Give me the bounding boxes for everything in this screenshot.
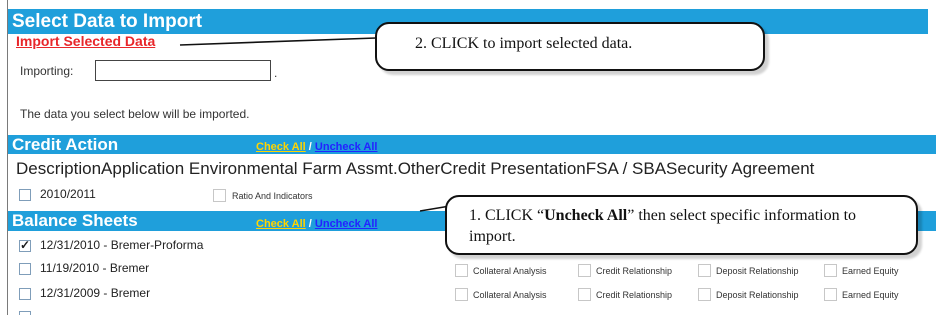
callout-import-text: 2. CLICK to import selected data. — [415, 35, 633, 52]
callout-uncheck-instruction: 1. CLICK “Uncheck All” then select speci… — [445, 195, 918, 255]
callout-import-instruction: 2. CLICK to import selected data. — [375, 22, 765, 71]
callout-uncheck-text-before: 1. CLICK “ — [469, 207, 545, 224]
callout-2-pointer — [179, 37, 377, 46]
callout-uncheck-bold: Uncheck All — [544, 207, 628, 224]
